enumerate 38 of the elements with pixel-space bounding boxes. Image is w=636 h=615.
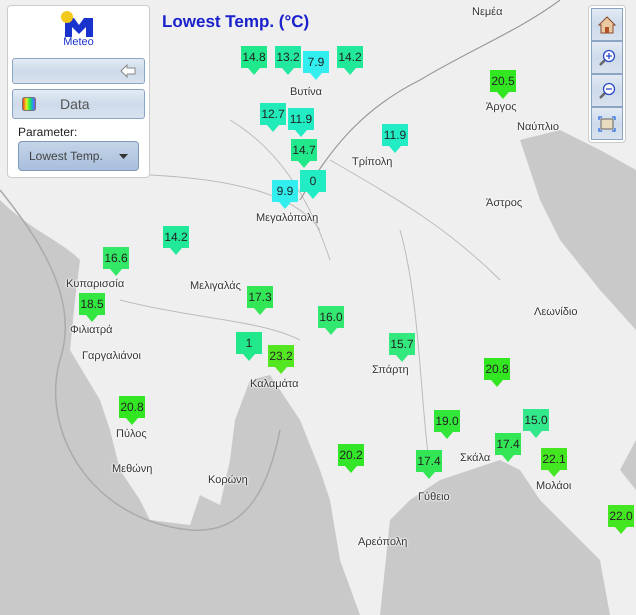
place-label: Άστρος [486,197,522,209]
place-label: Καλαμάτα [250,378,299,390]
zoom-out-icon [598,82,616,100]
place-label: Άργος [486,101,517,113]
place-label: Τρίπολη [352,156,392,168]
parameter-dropdown[interactable]: Lowest Temp. [18,141,139,171]
place-label: Φιλιατρά [70,324,112,336]
place-label: Γύθειο [418,491,450,503]
place-label: Μελιγαλάς [190,280,241,292]
zoom-in-button[interactable] [591,41,623,74]
place-label: Κορώνη [208,474,248,486]
home-button[interactable] [591,8,623,41]
logo-text: Meteo [63,37,94,48]
zoom-out-button[interactable] [591,74,623,107]
place-label: Βυτίνα [290,86,322,98]
place-label: Μολάοι [536,480,572,492]
place-label: Σκάλα [460,452,490,464]
place-label: Μεγαλόπολη [256,212,318,224]
house-icon [598,16,616,34]
place-label: Κυπαρισσία [66,278,124,290]
color-scale-icon [22,97,36,111]
place-label: Αρεόπολη [358,536,408,548]
full-extent-button[interactable] [591,107,623,140]
map-title: Lowest Temp. (°C) [162,12,310,32]
place-label: Πύλος [116,428,147,440]
full-extent-icon [598,116,616,132]
place-label: Ναύπλιο [517,121,559,133]
place-label: Μεθώνη [112,463,152,475]
sea-area [620,440,636,490]
place-label: Σπάρτη [372,364,409,376]
left-arrow-icon [120,64,136,78]
place-label: Νεμέα [472,6,502,18]
data-button[interactable]: Data [12,89,145,119]
dropdown-caret-icon [119,154,128,158]
place-label: Γαργαλιάνοι [82,350,141,362]
parameter-label: Parameter: [18,125,78,139]
place-label: Λεωνίδιο [534,306,578,318]
zoom-in-icon [598,48,616,66]
